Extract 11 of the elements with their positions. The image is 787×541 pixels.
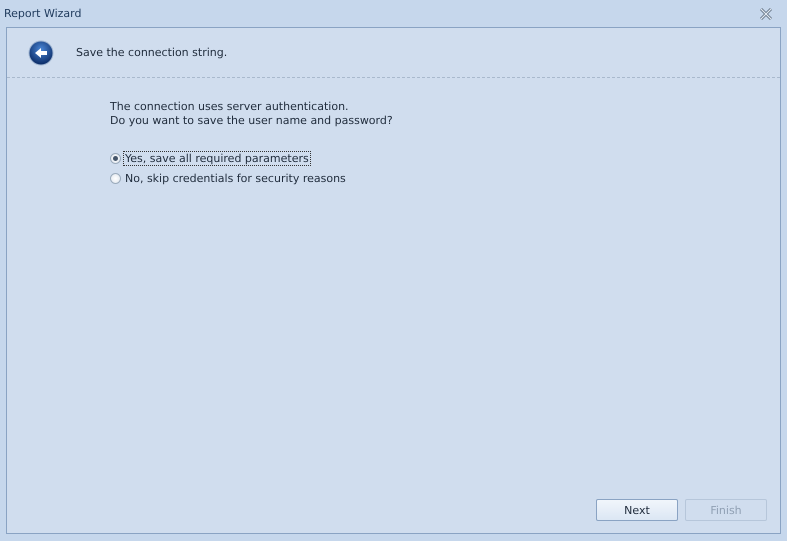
- close-icon[interactable]: [759, 8, 773, 20]
- window-title: Report Wizard: [4, 7, 82, 20]
- radio-button[interactable]: [110, 172, 121, 184]
- next-button[interactable]: Next: [596, 499, 678, 521]
- back-arrow-icon[interactable]: [28, 40, 54, 66]
- radio-button[interactable]: [110, 152, 121, 164]
- message-text: Do you want to save the user name and password?: [110, 114, 394, 128]
- option-label[interactable]: Yes, save all required parameters: [124, 152, 310, 164]
- message-text: The connection uses server authentication.: [110, 100, 350, 114]
- step-title: Save the connection string.: [76, 46, 228, 59]
- option-label[interactable]: No, skip credentials for security reasons: [124, 172, 347, 184]
